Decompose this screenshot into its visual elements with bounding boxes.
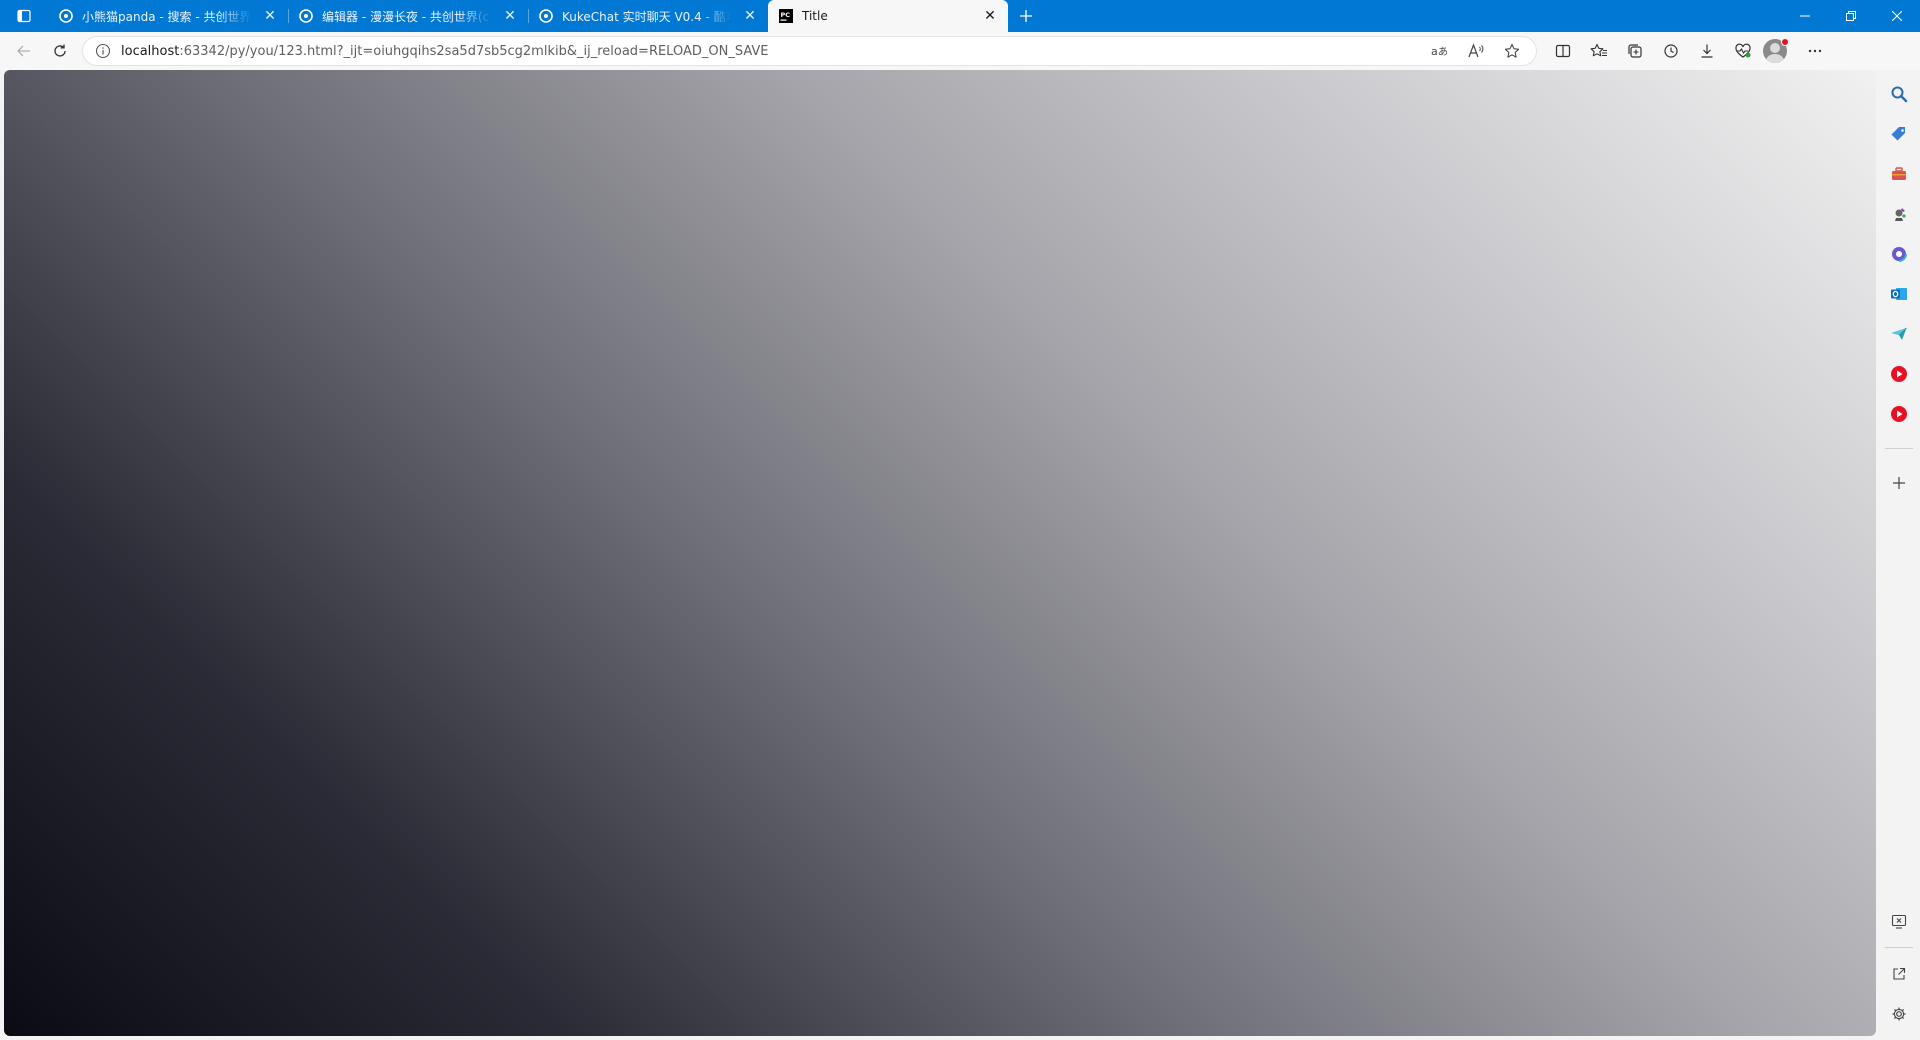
svg-text:あ: あ (1438, 46, 1448, 58)
read-aloud-button[interactable] (1458, 37, 1494, 65)
restore-icon (1846, 11, 1856, 21)
browser-toolbar: localhost:63342/py/you/123.html?_ijt=oiu… (0, 32, 1920, 70)
send-icon (1891, 327, 1907, 340)
split-screen-icon (1555, 44, 1571, 58)
address-bar[interactable]: localhost:63342/py/you/123.html?_ijt=oiu… (82, 36, 1537, 66)
title-bar: 小熊猫panda - 搜索 - 共创世界 ✕ 编辑器 - 漫漫长夜 - 共创世界… (0, 0, 1920, 32)
copilot-icon (1891, 246, 1907, 262)
refresh-icon (54, 44, 66, 57)
plus-icon (1893, 477, 1905, 489)
close-window-button[interactable] (1874, 0, 1920, 32)
sidebar-video[interactable] (1882, 357, 1916, 391)
tab-title: 小熊猫panda - 搜索 - 共创世界 (82, 9, 252, 24)
pycharm-logo-text: PC (781, 11, 791, 19)
tab-1[interactable]: 编辑器 - 漫漫长夜 - 共创世界(c ✕ (288, 0, 528, 32)
collections-button[interactable] (1617, 36, 1653, 66)
shopping-tag-icon (1891, 127, 1905, 141)
ccw-icon (538, 8, 554, 24)
sidebar-divider (1885, 448, 1913, 449)
collections-icon (1628, 44, 1642, 58)
downloads-button[interactable] (1689, 36, 1725, 66)
pycharm-icon: PC (778, 8, 794, 24)
back-button[interactable] (6, 36, 42, 66)
favorites-icon (1590, 43, 1607, 57)
tab-title: 编辑器 - 漫漫长夜 - 共创世界(c (322, 9, 490, 24)
sidebar-copilot[interactable] (1882, 237, 1916, 271)
favorite-button[interactable] (1494, 37, 1530, 65)
games-icon (1895, 208, 1906, 221)
sidebar-settings-button[interactable] (1882, 997, 1916, 1031)
notification-dot (1781, 38, 1789, 46)
heart-pulse-icon (1735, 43, 1751, 58)
history-button[interactable] (1653, 36, 1689, 66)
tab-2[interactable]: KukeChat 实时聊天 V0.4 - 酷可 ✕ (528, 0, 768, 32)
close-icon[interactable]: ✕ (980, 6, 1000, 26)
profile-button[interactable] (1761, 36, 1797, 66)
close-icon (1892, 11, 1902, 21)
sidebar-bottom (1882, 901, 1916, 1040)
toolbox-icon (1892, 167, 1906, 180)
tab-title: Title (802, 9, 828, 23)
sidebar-outlook[interactable] (1882, 277, 1916, 311)
video-icon (1891, 366, 1907, 382)
tab-actions-button[interactable] (0, 0, 48, 32)
browser-essentials-button[interactable] (1725, 36, 1761, 66)
tab-0[interactable]: 小熊猫panda - 搜索 - 共创世界 ✕ (48, 0, 288, 32)
search-icon (1891, 86, 1908, 103)
translate-button[interactable]: aあ (1422, 37, 1458, 65)
star-icon (1504, 43, 1520, 58)
download-icon (1701, 44, 1713, 58)
sidebar-open-external-button[interactable] (1882, 957, 1916, 991)
sidebar-tools[interactable] (1882, 157, 1916, 191)
hide-sidebar-icon (1891, 914, 1907, 929)
gear-icon (1892, 1007, 1906, 1021)
ccw-icon (58, 8, 74, 24)
tab-strip: 小熊猫panda - 搜索 - 共创世界 ✕ 编辑器 - 漫漫长夜 - 共创世界… (48, 0, 1008, 32)
sidebar-send[interactable] (1882, 317, 1916, 351)
sidebar-video-2[interactable] (1882, 397, 1916, 431)
minimize-icon (1800, 15, 1810, 17)
svg-text:a: a (1431, 45, 1438, 58)
sidebar-add-button[interactable] (1882, 466, 1916, 500)
more-icon (1808, 49, 1822, 53)
restore-button[interactable] (1828, 0, 1874, 32)
translate-icon: aあ (1431, 45, 1448, 58)
split-screen-button[interactable] (1545, 36, 1581, 66)
close-icon[interactable]: ✕ (500, 6, 520, 26)
external-link-icon (1893, 967, 1906, 980)
tab-actions-icon (17, 9, 31, 23)
plus-icon (1020, 10, 1032, 22)
close-icon[interactable]: ✕ (740, 6, 760, 26)
window-controls (1782, 0, 1920, 32)
toolbar-right (1545, 36, 1833, 66)
url-text[interactable]: localhost:63342/py/you/123.html?_ijt=oiu… (121, 44, 1422, 59)
info-icon[interactable] (95, 43, 111, 59)
read-aloud-icon (1468, 43, 1484, 58)
arrow-left-icon (17, 45, 30, 57)
edge-sidebar (1878, 70, 1920, 1040)
settings-more-button[interactable] (1797, 36, 1833, 66)
history-icon (1664, 44, 1678, 58)
favorites-button[interactable] (1581, 36, 1617, 66)
sidebar-shopping[interactable] (1882, 117, 1916, 151)
sidebar-divider (1885, 947, 1913, 948)
sidebar-search[interactable] (1882, 77, 1916, 111)
refresh-button[interactable] (42, 36, 78, 66)
url-path: :63342/py/you/123.html?_ijt=oiuhgqihs2sa… (179, 43, 769, 59)
tab-title: KukeChat 实时聊天 V0.4 - 酷可 (562, 9, 732, 24)
sidebar-games[interactable] (1882, 197, 1916, 231)
tab-3[interactable]: PC Title ✕ (768, 0, 1008, 32)
outlook-icon (1891, 288, 1907, 300)
url-host: localhost (121, 43, 180, 59)
minimize-button[interactable] (1782, 0, 1828, 32)
ccw-icon (298, 8, 314, 24)
close-icon[interactable]: ✕ (260, 6, 280, 26)
new-tab-button[interactable] (1008, 0, 1044, 32)
page-viewport (4, 70, 1876, 1036)
sidebar-hide-button[interactable] (1882, 904, 1916, 938)
video-icon-2 (1891, 406, 1907, 422)
